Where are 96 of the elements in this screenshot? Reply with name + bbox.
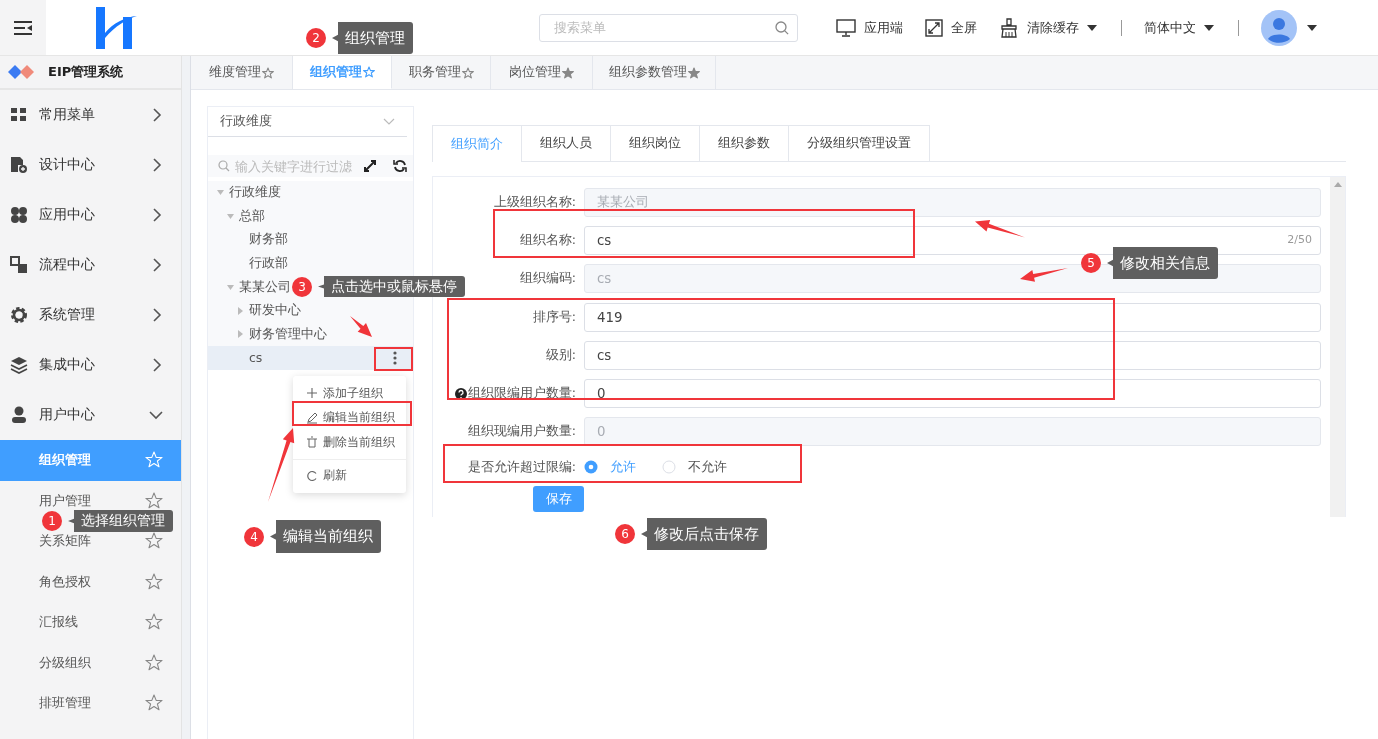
menu-group[interactable]: 用户中心	[0, 390, 181, 440]
page-tab[interactable]: 职务管理	[392, 56, 491, 89]
radio-button[interactable]	[662, 460, 676, 475]
avatar[interactable]	[1261, 9, 1297, 46]
callout-tooltip: 编辑当前组织	[270, 520, 381, 553]
annotation-arrow	[350, 316, 372, 337]
caret-icon	[1204, 24, 1214, 31]
menu-icon	[13, 19, 33, 36]
callout-tooltip: 修改相关信息	[1107, 247, 1218, 279]
broom-icon	[999, 17, 1019, 38]
star-icon	[145, 491, 163, 510]
tree-node[interactable]: cs	[208, 346, 413, 370]
trash-icon	[306, 436, 318, 449]
monitor-icon	[836, 18, 856, 37]
plus-icon	[306, 387, 318, 400]
character-counter: 2/50	[1287, 232, 1312, 246]
more-icon[interactable]	[392, 350, 397, 365]
menu-group[interactable]: 系统管理	[0, 290, 181, 340]
field-label: 级别:	[545, 346, 576, 364]
star-icon	[145, 532, 163, 551]
callout-tooltip: 组织管理	[332, 22, 413, 54]
menu-item[interactable]: 排班管理	[0, 683, 181, 724]
input-field[interactable]: 0	[584, 379, 1321, 409]
app-title: EIP管理系统	[48, 63, 124, 81]
menu-item[interactable]: 编辑当前组织	[293, 405, 406, 430]
star-icon	[145, 653, 163, 672]
annotation-arrow	[975, 219, 1025, 238]
input-field[interactable]: 419	[584, 302, 1321, 332]
search-field[interactable]: 搜索菜单	[539, 13, 798, 42]
form-tab[interactable]: 组织参数	[700, 125, 789, 161]
input-field[interactable]: cs	[584, 340, 1321, 370]
menu-group[interactable]: 流程中心	[0, 240, 181, 290]
menu-item[interactable]: 刷新	[293, 463, 406, 488]
scrollbar[interactable]	[1330, 177, 1345, 517]
field-label: 组织现编用户数量:	[467, 423, 576, 441]
refresh-icon[interactable]	[393, 159, 407, 173]
toolbar-button[interactable]: 全屏	[925, 18, 977, 37]
tree-node[interactable]: 总部	[208, 204, 413, 229]
caret-icon	[1307, 24, 1317, 31]
language-dropdown[interactable]: 简体中文	[1144, 18, 1214, 37]
page-tab[interactable]: 组织参数管理	[593, 56, 716, 89]
search-icon	[218, 160, 230, 172]
tree-node[interactable]: 行政维度	[208, 181, 413, 205]
field-label: 组织名称:	[519, 231, 576, 249]
callout-tooltip: 修改后点击保存	[641, 518, 767, 550]
layers-icon	[10, 356, 28, 374]
tree-node[interactable]: 行政部	[208, 251, 413, 276]
toolbar-button[interactable]: 清除缓存	[999, 17, 1097, 38]
menu-item[interactable]: 汇报线	[0, 602, 181, 643]
toolbar-button[interactable]: 应用端	[836, 18, 903, 37]
menu-item[interactable]: 分级组织	[0, 642, 181, 683]
menu-item[interactable]: 添加子组织	[293, 381, 406, 406]
star-icon	[145, 451, 163, 470]
field-label: 上级组织名称:	[493, 193, 576, 211]
form-tab[interactable]: 分级组织管理设置	[789, 125, 930, 161]
tree-node[interactable]: 财务部	[208, 228, 413, 252]
menu-group[interactable]: 设计中心	[0, 140, 181, 190]
star-icon	[145, 613, 163, 632]
expand-icon[interactable]	[363, 159, 377, 173]
tree-node[interactable]: 研发中心	[208, 298, 413, 323]
user-icon	[10, 406, 28, 424]
scroll-up-icon	[1333, 182, 1342, 187]
field-label: 组织限编用户数量:	[467, 385, 576, 403]
diamond-logo-icon	[8, 65, 36, 79]
field-label: 组织编码:	[519, 270, 576, 288]
field-label: 排序号:	[532, 308, 576, 326]
radio-button[interactable]	[584, 460, 598, 475]
search-icon	[775, 20, 789, 35]
callout-tooltip: 选择组织管理	[68, 510, 173, 532]
flowchart-icon	[10, 256, 28, 274]
pencil-icon	[306, 411, 318, 424]
tree-node[interactable]: 财务管理中心	[208, 322, 413, 347]
gear-icon	[10, 306, 28, 324]
grid-icon	[10, 106, 28, 124]
page-tab[interactable]: 岗位管理	[491, 56, 593, 89]
field-label: 是否允许超过限编:	[467, 458, 576, 476]
menu-item[interactable]: 删除当前组织	[293, 430, 406, 455]
callout-tooltip: 点击选中或鼠标悬停	[318, 276, 465, 297]
fullscreen-icon	[925, 18, 943, 37]
annotation-frame	[374, 347, 413, 371]
form-tab[interactable]: 组织岗位	[611, 125, 700, 161]
menu-item[interactable]: 角色授权	[0, 561, 181, 602]
annotation-arrow	[1020, 268, 1068, 282]
form-tab[interactable]: 组织人员	[522, 125, 611, 161]
radio-label[interactable]: 不允许	[688, 458, 727, 476]
refresh-icon	[306, 469, 318, 482]
logo	[95, 6, 137, 49]
dimension-select[interactable]: 行政维度	[208, 107, 407, 137]
chevron-down-icon	[383, 117, 395, 126]
menu-group[interactable]: 集成中心	[0, 340, 181, 390]
document-plus-icon	[10, 156, 28, 174]
star-icon	[145, 694, 163, 713]
star-icon	[145, 572, 163, 591]
menu-group[interactable]: 应用中心	[0, 190, 181, 240]
menu-group[interactable]: 常用菜单	[0, 90, 181, 140]
clover-icon	[10, 206, 28, 224]
